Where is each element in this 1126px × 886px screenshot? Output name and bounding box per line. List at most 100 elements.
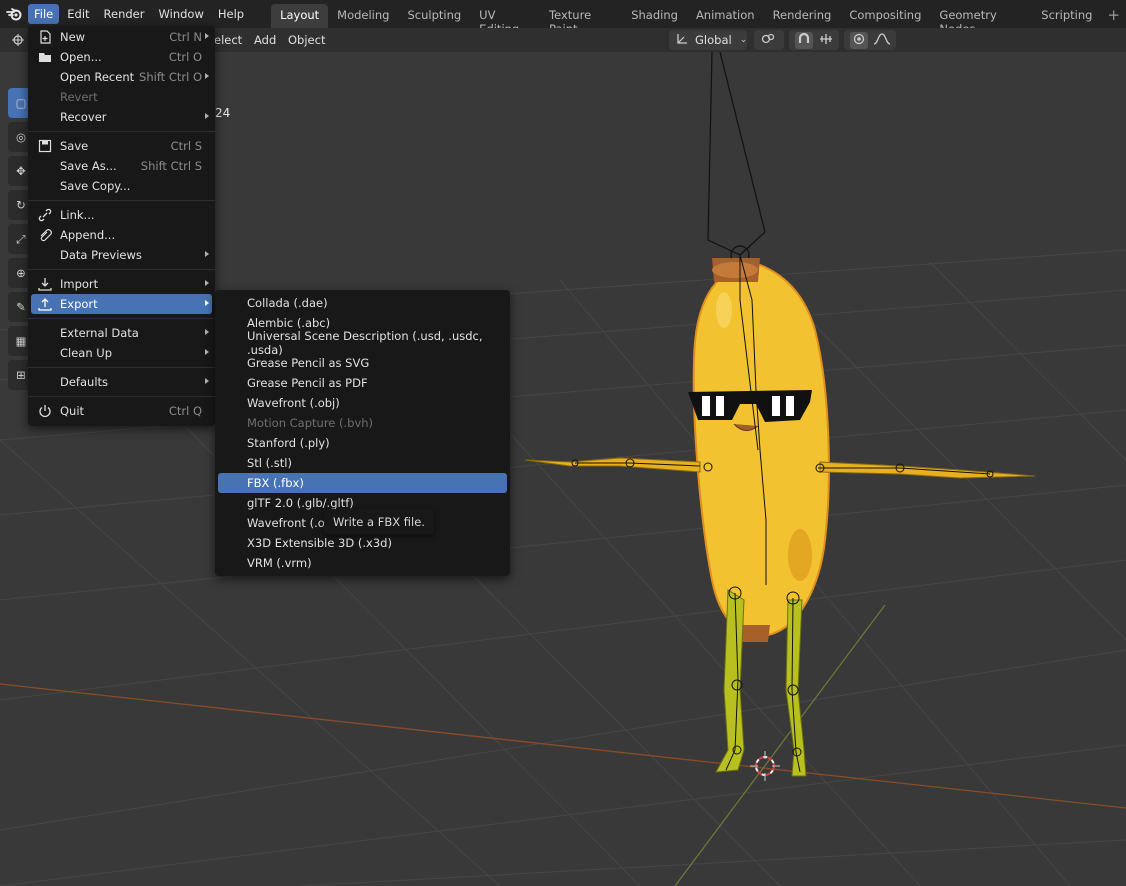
export-stl-stl[interactable]: Stl (.stl) bbox=[215, 453, 510, 473]
pivot-point-dropdown[interactable] bbox=[754, 30, 784, 50]
menu-separator bbox=[28, 367, 215, 368]
tab-shading[interactable]: Shading bbox=[622, 4, 687, 28]
export-x3d-extensible-3d-x3d[interactable]: X3D Extensible 3D (.x3d) bbox=[215, 533, 510, 553]
armature-string bbox=[707, 52, 766, 265]
file-menu-save[interactable]: Save Ctrl S bbox=[28, 136, 215, 156]
submenu-arrow-icon bbox=[205, 251, 209, 257]
menu-render[interactable]: Render bbox=[98, 4, 151, 24]
rotate-icon: ↻ bbox=[16, 198, 26, 212]
menu-item-label: Export bbox=[60, 297, 98, 311]
menu-item-label: Save As... bbox=[60, 159, 117, 173]
file-menu-save-copy[interactable]: Save Copy... bbox=[28, 176, 215, 196]
file-menu-data-previews[interactable]: Data Previews bbox=[28, 245, 215, 265]
tooltip: Write a FBX file. bbox=[324, 509, 434, 534]
submenu-arrow-icon bbox=[205, 33, 209, 39]
export-motion-capture-bvh: Motion Capture (.bvh) bbox=[247, 416, 374, 430]
chevron-down-icon: ⌄ bbox=[739, 35, 748, 45]
tab-compositing[interactable]: Compositing bbox=[840, 4, 930, 28]
menu-item-label: Data Previews bbox=[60, 248, 142, 262]
add-menu[interactable]: Add bbox=[254, 33, 276, 47]
top-bar: File Edit Render Window Help Layout Modeling S… bbox=[0, 0, 1126, 36]
tab-rendering[interactable]: Rendering bbox=[764, 4, 841, 28]
export-grease-pencil-as-pdf[interactable]: Grease Pencil as PDF bbox=[215, 373, 510, 393]
file-menu-recover[interactable]: Recover bbox=[28, 107, 215, 127]
tab-geometry-nodes[interactable]: Geometry Nodes bbox=[930, 4, 1032, 36]
transform-orientation-dropdown[interactable]: Global ⌄ bbox=[669, 30, 747, 50]
file-menu-open[interactable]: Open... Ctrl O bbox=[28, 47, 215, 67]
menu-item-label: External Data bbox=[60, 326, 139, 340]
magnet-icon[interactable] bbox=[795, 31, 813, 49]
blender-logo-icon[interactable] bbox=[0, 0, 27, 28]
select-menu[interactable]: elect bbox=[214, 33, 242, 47]
banana-character[interactable] bbox=[524, 258, 1036, 777]
menu-separator bbox=[28, 396, 215, 397]
file-menu-defaults[interactable]: Defaults bbox=[28, 372, 215, 392]
file-menu-export[interactable]: Export bbox=[31, 294, 212, 314]
menu-item-label: Append... bbox=[60, 228, 116, 242]
scale-icon: ⤢ bbox=[16, 231, 26, 246]
select-box-icon: ▢ bbox=[15, 96, 27, 110]
menu-item-label: Clean Up bbox=[60, 346, 113, 360]
submenu-arrow-icon bbox=[205, 113, 209, 119]
tab-scripting[interactable]: Scripting bbox=[1032, 4, 1101, 28]
menu-help[interactable]: Help bbox=[212, 4, 250, 24]
export-vrm-vrm[interactable]: VRM (.vrm) bbox=[215, 553, 510, 573]
tab-texture-paint[interactable]: Texture Paint bbox=[540, 4, 622, 36]
menu-window[interactable]: Window bbox=[153, 4, 210, 24]
tab-sculpting[interactable]: Sculpting bbox=[398, 4, 470, 28]
falloff-curve-icon[interactable] bbox=[873, 32, 891, 49]
menu-item-shortcut: Ctrl Q bbox=[168, 404, 202, 418]
export-universal-scene-description-usd-usdc-usda[interactable]: Universal Scene Description (.usd, .usdc… bbox=[215, 329, 510, 357]
proportional-edit-icon[interactable] bbox=[850, 31, 868, 49]
tab-modeling[interactable]: Modeling bbox=[328, 4, 398, 28]
export-collada-dae[interactable]: Collada (.dae) bbox=[215, 293, 510, 313]
menu-item-label: Open... bbox=[60, 50, 102, 64]
tab-layout[interactable]: Layout bbox=[271, 4, 329, 28]
transform-icon: ⊕ bbox=[16, 266, 26, 280]
menu-item-label: New bbox=[60, 30, 86, 44]
menu-item-label: Save Copy... bbox=[60, 179, 131, 193]
file-menu-quit[interactable]: Quit Ctrl Q bbox=[28, 401, 215, 421]
add-cube-icon: ⊞ bbox=[16, 368, 26, 382]
menu-separator bbox=[28, 131, 215, 132]
file-menu-new[interactable]: New Ctrl N bbox=[28, 27, 215, 47]
tab-animation[interactable]: Animation bbox=[687, 4, 764, 28]
menu-file[interactable]: File bbox=[28, 4, 60, 24]
file-menu-clean-up[interactable]: Clean Up bbox=[28, 343, 215, 363]
export-stanford-ply[interactable]: Stanford (.ply) bbox=[215, 433, 510, 453]
menu-item-shortcut: Shift Ctrl O bbox=[139, 70, 202, 84]
export-wavefront-obj[interactable]: Wavefront (.obj) bbox=[215, 393, 510, 413]
menu-item-label: Defaults bbox=[60, 375, 109, 389]
object-menu[interactable]: Object bbox=[288, 33, 325, 47]
file-menu-save-as[interactable]: Save As... Shift Ctrl S bbox=[28, 156, 215, 176]
save-icon bbox=[37, 138, 53, 154]
viewport-overlay-text: 24 bbox=[215, 106, 231, 120]
snap-controls[interactable] bbox=[789, 30, 839, 50]
file-menu-append[interactable]: Append... bbox=[28, 225, 215, 245]
new-file-icon bbox=[37, 29, 53, 45]
file-menu-external-data[interactable]: External Data bbox=[28, 323, 215, 343]
file-menu-import[interactable]: Import bbox=[28, 274, 215, 294]
add-workspace-icon[interactable]: + bbox=[1101, 6, 1126, 24]
menu-item-shortcut: Ctrl N bbox=[169, 30, 202, 44]
menu-edit[interactable]: Edit bbox=[61, 4, 95, 24]
export-fbx-fbx[interactable]: FBX (.fbx) bbox=[218, 473, 507, 493]
power-icon bbox=[37, 403, 53, 419]
submenu-arrow-icon bbox=[205, 378, 209, 384]
ruler-icon: ▦ bbox=[15, 334, 27, 348]
menu-item-label: Recover bbox=[60, 110, 107, 124]
snap-target-icon[interactable] bbox=[818, 32, 834, 49]
folder-icon bbox=[37, 49, 53, 65]
export-icon bbox=[37, 296, 53, 312]
menu-item-label: Link... bbox=[60, 208, 95, 222]
file-menu-open-recent[interactable]: Open Recent Shift Ctrl O bbox=[28, 67, 215, 87]
menu-item-label: Save bbox=[60, 139, 89, 153]
submenu-arrow-icon bbox=[205, 73, 209, 79]
submenu-arrow-icon bbox=[205, 300, 209, 306]
link-icon bbox=[37, 207, 53, 223]
tab-uv-editing[interactable]: UV Editing bbox=[470, 4, 540, 36]
file-menu-link[interactable]: Link... bbox=[28, 205, 215, 225]
proportional-editing[interactable] bbox=[844, 30, 896, 50]
import-icon bbox=[37, 276, 53, 292]
file-menu-revert: Revert bbox=[28, 87, 215, 107]
